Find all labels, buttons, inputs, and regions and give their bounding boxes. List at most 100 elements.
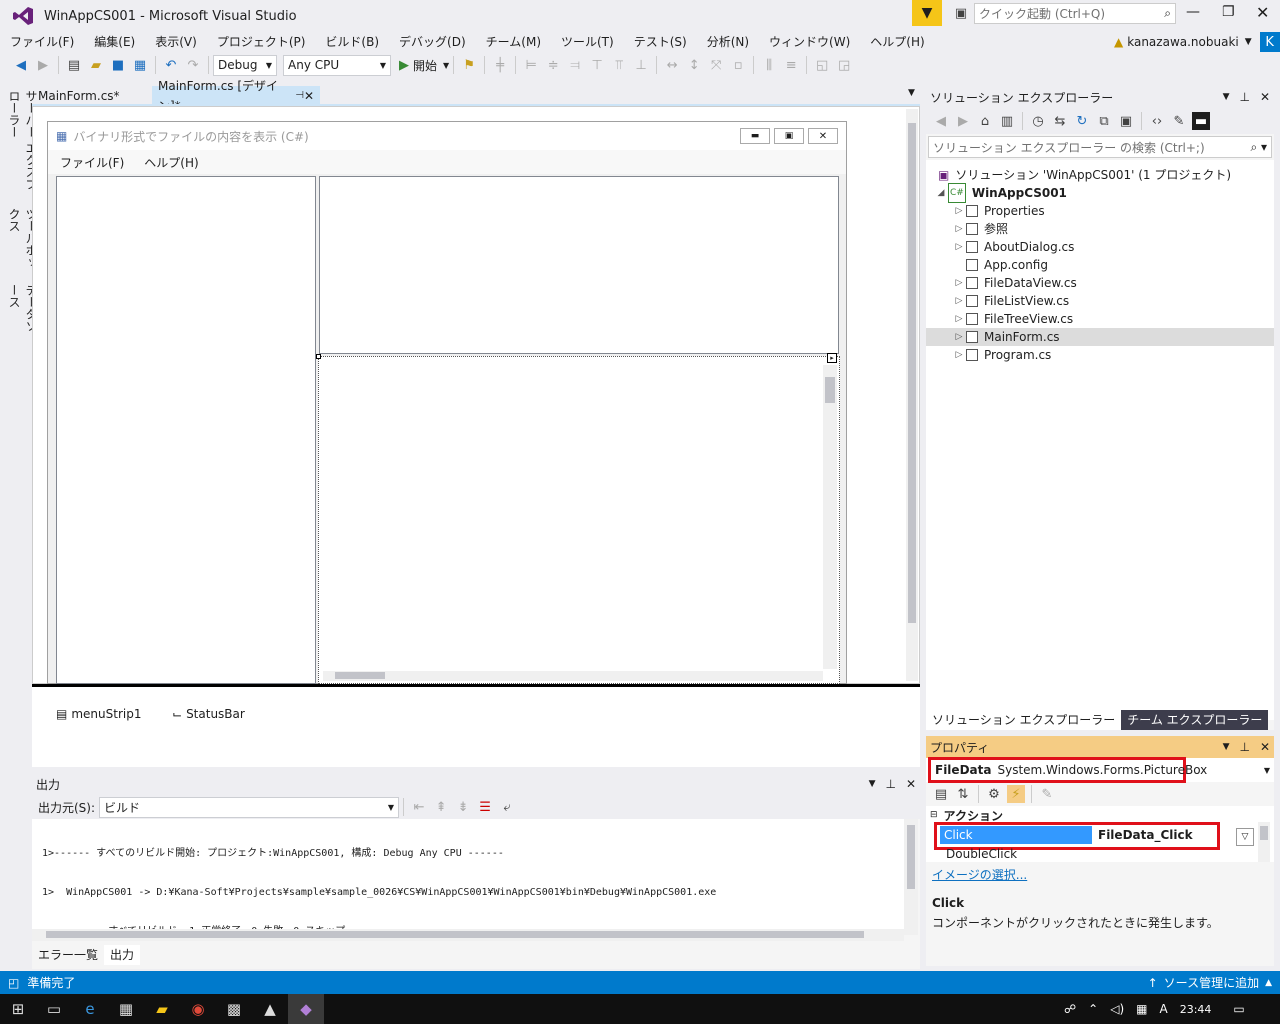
forward-icon[interactable]: ▶	[34, 56, 52, 74]
same-width-icon[interactable]: ↔	[663, 56, 681, 74]
chevron-down-icon[interactable]: ▼	[869, 779, 876, 789]
tab-mainform-code[interactable]: MainForm.cs*	[32, 86, 152, 106]
tree-item[interactable]: ▷ Program.cs	[926, 346, 1274, 364]
maximize-button[interactable]: ❐	[1222, 4, 1235, 20]
prop-row-doubleclick[interactable]: DoubleClick	[940, 846, 1240, 862]
calculator-icon[interactable]: ▦	[108, 994, 144, 1024]
file-explorer-icon[interactable]: ▰	[144, 994, 180, 1024]
view-code-icon[interactable]: ‹›	[1148, 112, 1166, 130]
source-control-button[interactable]: ↑ ソース管理に追加 ▲	[1148, 974, 1272, 991]
prev-message-icon[interactable]: ⇞	[432, 798, 450, 816]
app-icon[interactable]: ▩	[216, 994, 252, 1024]
smart-tag-icon[interactable]: ▸	[827, 353, 837, 363]
find-icon[interactable]: ⚑	[460, 56, 478, 74]
goto-location-icon[interactable]: ⇤	[410, 798, 428, 816]
config-select[interactable]: Debug ▼	[213, 54, 277, 76]
form-menu-file[interactable]: ファイル(F)	[60, 154, 124, 171]
prop-row-click[interactable]: Click FileData_Click	[940, 826, 1216, 844]
chevron-down-icon[interactable]: ▼	[1223, 742, 1230, 752]
chevron-down-icon[interactable]: ▼	[1264, 766, 1270, 775]
tree-solution[interactable]: ▣ ソリューション 'WinAppCS001' (1 プロジェクト)	[926, 166, 1274, 184]
expand-icon[interactable]: ▷	[952, 238, 966, 256]
photos-icon[interactable]: ▲	[252, 994, 288, 1024]
expanded-icon[interactable]: ◢	[934, 184, 948, 202]
form-menu-help[interactable]: ヘルプ(H)	[144, 154, 198, 171]
platform-select[interactable]: Any CPU ▼	[283, 54, 391, 76]
solution-search-input[interactable]: ソリューション エクスプローラー の検索 (Ctrl+;)	[933, 139, 1205, 156]
close-icon[interactable]: ✕	[1260, 740, 1270, 754]
visual-studio-icon[interactable]: ◆	[288, 994, 324, 1024]
task-view-icon[interactable]: ▭	[36, 994, 72, 1024]
pin-icon[interactable]: ⊥	[1239, 740, 1249, 754]
expand-icon[interactable]: ▷	[952, 328, 966, 346]
align-left-icon[interactable]: ⊨	[522, 56, 540, 74]
switch-views-icon[interactable]: ▥	[998, 112, 1016, 130]
clock[interactable]: 23:44	[1180, 1003, 1212, 1016]
close-icon[interactable]: ✕	[1260, 90, 1270, 104]
menu-item[interactable]: 分析(N)	[697, 32, 759, 52]
account[interactable]: ▲ kanazawa.nobuaki ▼ K	[1114, 32, 1280, 52]
edge-icon[interactable]: e	[72, 994, 108, 1024]
redo-icon[interactable]: ↷	[184, 56, 202, 74]
volume-icon[interactable]: ◁)	[1110, 1002, 1124, 1016]
data-hscroll[interactable]	[323, 671, 823, 681]
close-icon[interactable]: ✕	[304, 86, 314, 106]
align-bottom-icon[interactable]: ⊥	[632, 56, 650, 74]
pending-changes-icon[interactable]: ◷	[1029, 112, 1047, 130]
expand-icon[interactable]: ▷	[952, 310, 966, 328]
scroll-thumb[interactable]	[908, 123, 916, 623]
tab-team-explorer[interactable]: チーム エクスプローラー	[1121, 710, 1269, 730]
props-vscroll[interactable]	[1258, 822, 1270, 862]
quick-launch[interactable]: クイック起動 (Ctrl+Q) ⌕	[974, 3, 1176, 24]
menu-item[interactable]: チーム(M)	[476, 32, 551, 52]
undo-icon[interactable]: ↶	[162, 56, 180, 74]
designed-form[interactable]: ▦ バイナリ形式でファイルの内容を表示 (C#) ▬ ▣ ✕ ファイル(F) ヘ…	[47, 121, 847, 684]
align-grid-icon[interactable]: ╪	[491, 56, 509, 74]
menu-item[interactable]: ウィンドウ(W)	[759, 32, 860, 52]
same-size-icon[interactable]: ⤧	[707, 56, 725, 74]
menu-item[interactable]: 表示(V)	[145, 32, 207, 52]
hspace-icon[interactable]: ⫼	[760, 56, 778, 74]
chevron-down-icon[interactable]: ▼	[1223, 92, 1230, 102]
quick-launch-input[interactable]: クイック起動 (Ctrl+Q)	[979, 5, 1105, 22]
expand-icon[interactable]: ▷	[952, 220, 966, 238]
menu-item[interactable]: プロジェクト(P)	[207, 32, 316, 52]
tree-item[interactable]: ▷ Properties	[926, 202, 1274, 220]
chevron-down-icon[interactable]: ▼	[908, 88, 915, 98]
tab-mainform-design[interactable]: MainForm.cs [デザイン]* ⊣ ✕	[152, 79, 320, 113]
selection-handle[interactable]	[316, 354, 321, 359]
expand-icon[interactable]: ▷	[952, 346, 966, 364]
properties-icon[interactable]: ✎	[1170, 112, 1188, 130]
people-icon[interactable]: ☍	[1064, 1002, 1076, 1016]
event-dropdown-button[interactable]: ▽	[1236, 828, 1254, 846]
tree-item[interactable]: ▷ FileListView.cs	[926, 292, 1274, 310]
collapse-icon[interactable]: ⊟	[930, 810, 938, 820]
solution-search[interactable]: ソリューション エクスプローラー の検索 (Ctrl+;) ⌕ ▾	[928, 136, 1272, 158]
tab-output[interactable]: 出力	[104, 945, 141, 965]
expand-icon[interactable]: ▷	[952, 292, 966, 310]
tray-chevron-icon[interactable]: ⌃	[1088, 1002, 1098, 1016]
file-tree-view[interactable]	[56, 176, 316, 684]
align-right-icon[interactable]: ⫤	[566, 56, 584, 74]
form-menu-strip[interactable]: ファイル(F) ヘルプ(H)	[48, 150, 846, 174]
pin-icon[interactable]: ⊥	[1239, 90, 1249, 104]
chrome-icon[interactable]: ◉	[180, 994, 216, 1024]
tree-item[interactable]: ▷ 参照	[926, 220, 1274, 238]
choose-image-link[interactable]: イメージの選択...	[932, 868, 1027, 882]
send-back-icon[interactable]: ◲	[835, 56, 853, 74]
vertical-scrollbar[interactable]	[906, 109, 918, 681]
data-vscroll[interactable]	[823, 365, 837, 669]
output-hscroll[interactable]	[32, 929, 904, 941]
same-height-icon[interactable]: ↕	[685, 56, 703, 74]
save-all-icon[interactable]: ▦	[131, 56, 149, 74]
output-source-select[interactable]: ビルド ▼	[99, 796, 400, 818]
vspace-icon[interactable]: ≡	[782, 56, 800, 74]
menu-item[interactable]: ファイル(F)	[0, 32, 84, 52]
categorized-icon[interactable]: ▤	[932, 785, 950, 803]
menu-item[interactable]: テスト(S)	[624, 32, 697, 52]
close-button[interactable]: ✕	[1256, 3, 1269, 22]
expand-icon[interactable]: ▷	[952, 274, 966, 292]
home-icon[interactable]: ⌂	[976, 112, 994, 130]
next-message-icon[interactable]: ⇟	[454, 798, 472, 816]
bring-front-icon[interactable]: ◱	[813, 56, 831, 74]
